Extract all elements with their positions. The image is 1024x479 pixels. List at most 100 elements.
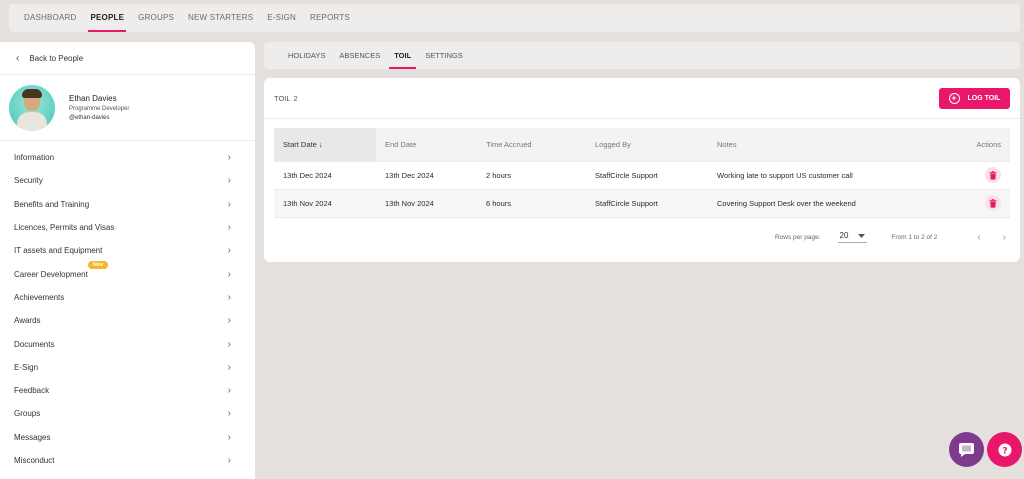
sidebar-item-label: Benefits and Training: [14, 199, 90, 209]
chevron-right-icon: ›: [227, 291, 231, 303]
sidebar-item-security[interactable]: Security ›: [0, 169, 255, 192]
top-nav: DASHBOARD PEOPLE GROUPS NEW STARTERS E-S…: [9, 4, 1020, 32]
sidebar-item-misconduct[interactable]: Misconduct ›: [0, 449, 255, 472]
sidebar: ‹ Back to People Ethan Davies Programme …: [0, 42, 255, 479]
sidebar-item-label: Groups: [14, 409, 41, 419]
sidebar-item-achievements[interactable]: Achievements ›: [0, 286, 255, 309]
help-button[interactable]: ?: [987, 432, 1022, 467]
sidebar-item-feedback[interactable]: Feedback ›: [0, 379, 255, 402]
profile-name: Ethan Davies: [69, 94, 117, 103]
tab-holidays[interactable]: HOLIDAYS: [288, 42, 325, 69]
cell-end-date: 13th Dec 2024: [376, 160, 477, 189]
table-row: 13th Dec 2024 13th Dec 2024 2 hours Staf…: [274, 160, 1010, 189]
sidebar-item-messages[interactable]: Messages ›: [0, 426, 255, 449]
sidebar-item-licences[interactable]: Licences, Permits and Visas ›: [0, 216, 255, 239]
chevron-right-icon: ›: [227, 152, 231, 164]
sidebar-item-awards[interactable]: Awards ›: [0, 309, 255, 332]
chat-button[interactable]: [949, 432, 984, 467]
table-row: 13th Nov 2024 13th Nov 2024 6 hours Staf…: [274, 188, 1010, 218]
column-header-start-date[interactable]: Start Date ↓: [274, 128, 376, 161]
sidebar-item-label: Documents: [14, 339, 55, 349]
chevron-right-icon: ›: [227, 455, 231, 466]
back-to-people-link[interactable]: ‹ Back to People: [0, 42, 255, 75]
sidebar-item-label: Achievements: [14, 292, 65, 302]
sidebar-item-label: IT assets and Equipment: [14, 246, 103, 256]
trash-icon: [989, 170, 997, 180]
svg-text:?: ?: [1002, 446, 1007, 456]
rows-per-page-value: 20: [839, 231, 849, 240]
sidebar-item-label: Messages: [14, 432, 51, 442]
chevron-right-icon: ›: [227, 245, 231, 257]
sidebar-item-benefits-and-training[interactable]: Benefits and Training ›: [0, 193, 255, 216]
new-badge: New: [88, 260, 109, 269]
chevron-right-icon: ›: [227, 175, 231, 187]
column-header-logged-by[interactable]: Logged By: [586, 128, 708, 161]
toil-panel: TOIL 2 + LOG TOIL Start Date ↓ End Date T…: [264, 78, 1020, 262]
column-header-notes[interactable]: Notes: [708, 128, 928, 161]
caret-down-icon: [858, 233, 866, 238]
chevron-right-icon: ›: [227, 198, 231, 210]
sidebar-item-label: Security: [14, 176, 43, 186]
panel-header: TOIL 2 + LOG TOIL: [264, 78, 1020, 119]
sidebar-item-documents[interactable]: Documents ›: [0, 332, 255, 355]
cell-time-accrued: 6 hours: [477, 188, 586, 218]
nav-e-sign[interactable]: E-SIGN: [267, 4, 296, 32]
sidebar-item-label: Career Development: [14, 269, 88, 279]
tab-toil[interactable]: TOIL: [389, 42, 417, 69]
nav-dashboard[interactable]: DASHBOARD: [24, 4, 76, 32]
sort-arrow-down-icon: ↓: [318, 139, 323, 149]
rows-per-page-label: Rows per page:: [774, 233, 821, 241]
rows-per-page-select[interactable]: 20: [837, 231, 868, 243]
cell-notes: Covering Support Desk over the weekend: [708, 188, 928, 218]
pagination-range: From 1 to 2 of 2: [891, 233, 938, 241]
nav-groups[interactable]: GROUPS: [138, 4, 174, 32]
sidebar-item-career-development[interactable]: Career Development New ›: [0, 260, 255, 285]
nav-people[interactable]: PEOPLE: [88, 4, 126, 32]
cell-end-date: 13th Nov 2024: [376, 188, 477, 218]
cell-start-date: 13th Dec 2024: [274, 160, 376, 189]
toil-table: Start Date ↓ End Date Time Accrued Logge…: [274, 128, 1010, 218]
nav-new-starters[interactable]: NEW STARTERS: [188, 4, 253, 32]
delete-button[interactable]: [985, 195, 1001, 211]
sidebar-item-label: Feedback: [14, 386, 50, 396]
column-header-time-accrued[interactable]: Time Accrued: [477, 128, 586, 161]
sidebar-item-label: Misconduct: [14, 456, 55, 465]
cell-notes: Working late to support US customer call: [708, 160, 928, 189]
sidebar-item-label: E-Sign: [14, 362, 39, 372]
log-toil-button[interactable]: + LOG TOIL: [939, 87, 1010, 109]
tab-settings[interactable]: SETTINGS: [425, 42, 463, 69]
sidebar-menu: Information › Security › Benefits and Tr…: [0, 141, 255, 472]
sidebar-item-label: Licences, Permits and Visas: [14, 223, 115, 233]
pagination: Rows per page: 20 From 1 to 2 of 2 ‹ ›: [274, 226, 1010, 248]
profile-role: Programme Developer: [69, 106, 130, 112]
sidebar-item-it-assets[interactable]: IT assets and Equipment ›: [0, 239, 255, 262]
column-header-actions: Actions: [928, 128, 1010, 161]
chevron-right-icon: ›: [227, 222, 231, 234]
next-page-button[interactable]: ›: [1003, 232, 1006, 243]
tab-absences[interactable]: ABSENCES: [339, 42, 380, 69]
previous-page-button[interactable]: ‹: [977, 232, 980, 243]
chevron-right-icon: ›: [227, 338, 231, 350]
profile-handle: @ethan-davies: [69, 115, 110, 121]
chevron-right-icon: ›: [227, 361, 231, 373]
avatar: [9, 84, 55, 131]
sidebar-item-label: Information: [14, 153, 55, 163]
cell-time-accrued: 2 hours: [477, 160, 586, 189]
nav-reports[interactable]: REPORTS: [310, 4, 350, 32]
table-header-row: Start Date ↓ End Date Time Accrued Logge…: [274, 128, 1010, 161]
delete-button[interactable]: [985, 167, 1001, 183]
question-circle-icon: ?: [998, 443, 1011, 456]
plus-circle-icon: +: [948, 92, 960, 104]
panel-title-text: TOIL: [274, 93, 291, 103]
cell-start-date: 13th Nov 2024: [274, 188, 376, 218]
profile-card: Ethan Davies Programme Developer @ethan-…: [0, 75, 255, 141]
cell-logged-by: StaffCircle Support: [586, 188, 708, 218]
sidebar-item-e-sign[interactable]: E-Sign ›: [0, 356, 255, 379]
chevron-right-icon: ›: [227, 385, 231, 397]
column-header-end-date[interactable]: End Date: [376, 128, 477, 161]
chevron-left-icon: ‹: [16, 52, 20, 64]
chevron-right-icon: ›: [227, 268, 231, 280]
sidebar-item-information[interactable]: Information ›: [0, 146, 255, 169]
panel-title: TOIL 2: [274, 94, 298, 103]
sidebar-item-groups[interactable]: Groups ›: [0, 402, 255, 425]
